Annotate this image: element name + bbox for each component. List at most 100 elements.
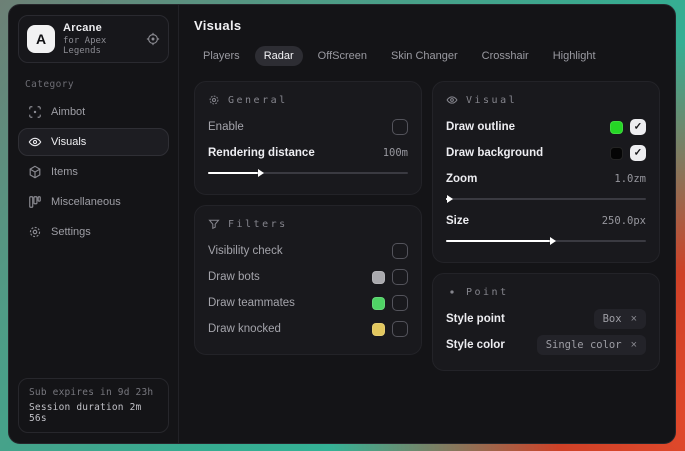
rendering-distance-value: 100m bbox=[383, 147, 408, 159]
sidebar-item-miscellaneous[interactable]: Miscellaneous bbox=[18, 188, 169, 216]
close-icon[interactable]: × bbox=[631, 313, 637, 325]
eye-icon bbox=[28, 135, 42, 149]
tab-highlight[interactable]: Highlight bbox=[544, 46, 605, 66]
zoom-value: 1.0zm bbox=[614, 173, 646, 185]
draw-background-color-swatch[interactable] bbox=[610, 147, 623, 160]
tab-skin-changer[interactable]: Skin Changer bbox=[382, 46, 467, 66]
visibility-check-row: Visibility check bbox=[208, 238, 408, 264]
slider-fill bbox=[208, 172, 258, 174]
general-panel: General Enable Rendering distance 100m bbox=[194, 81, 422, 195]
draw-outline-checkbox[interactable] bbox=[630, 119, 646, 135]
panel-title: Filters bbox=[228, 219, 288, 230]
style-point-select[interactable]: Box × bbox=[594, 309, 646, 329]
brand-text: Arcane for Apex Legends bbox=[63, 22, 138, 56]
draw-bots-label: Draw bots bbox=[208, 271, 260, 283]
slider-thumb[interactable] bbox=[258, 169, 264, 177]
target-settings-icon[interactable] bbox=[146, 32, 160, 46]
draw-knocked-label: Draw knocked bbox=[208, 323, 281, 335]
draw-bots-row: Draw bots bbox=[208, 264, 408, 290]
visibility-check-checkbox[interactable] bbox=[392, 243, 408, 259]
app-logo: A bbox=[27, 25, 55, 53]
slider-track bbox=[446, 198, 646, 200]
draw-knocked-color-swatch[interactable] bbox=[372, 323, 385, 336]
filters-panel: Filters Visibility check Draw bots bbox=[194, 205, 422, 355]
general-panel-header: General bbox=[208, 94, 408, 106]
right-column: Visual Draw outline Draw background bbox=[432, 81, 660, 371]
draw-knocked-checkbox[interactable] bbox=[392, 321, 408, 337]
left-column: General Enable Rendering distance 100m bbox=[194, 81, 422, 355]
content-grid: General Enable Rendering distance 100m bbox=[194, 81, 660, 371]
app-subtitle: for Apex Legends bbox=[63, 36, 138, 56]
tab-crosshair[interactable]: Crosshair bbox=[473, 46, 538, 66]
crosshair-icon bbox=[28, 105, 42, 119]
app-title: Arcane bbox=[63, 22, 138, 34]
visual-panel-header: Visual bbox=[446, 94, 646, 106]
style-color-label: Style color bbox=[446, 339, 505, 351]
visual-panel: Visual Draw outline Draw background bbox=[432, 81, 660, 263]
tab-bar: Players Radar OffScreen Skin Changer Cro… bbox=[194, 46, 660, 66]
sidebar-item-settings[interactable]: Settings bbox=[18, 218, 169, 246]
draw-outline-row: Draw outline bbox=[446, 114, 646, 140]
slider-fill bbox=[446, 240, 550, 242]
style-color-select[interactable]: Single color × bbox=[537, 335, 646, 355]
draw-background-label: Draw background bbox=[446, 147, 543, 159]
enable-checkbox[interactable] bbox=[392, 119, 408, 135]
sidebar-item-label: Miscellaneous bbox=[51, 196, 121, 208]
panel-title: Visual bbox=[466, 95, 517, 106]
category-label: Category bbox=[25, 79, 162, 90]
rendering-distance-slider[interactable] bbox=[208, 168, 408, 178]
draw-knocked-row: Draw knocked bbox=[208, 316, 408, 342]
draw-bots-color-swatch[interactable] bbox=[372, 271, 385, 284]
draw-teammates-row: Draw teammates bbox=[208, 290, 408, 316]
visibility-check-label: Visibility check bbox=[208, 245, 283, 257]
sidebar-item-visuals[interactable]: Visuals bbox=[18, 128, 169, 156]
filters-panel-header: Filters bbox=[208, 218, 408, 230]
size-value: 250.0px bbox=[602, 215, 646, 227]
style-color-value: Single color bbox=[546, 339, 622, 351]
subscription-expiry: Sub expires in 9d 23h bbox=[29, 387, 158, 398]
draw-teammates-checkbox[interactable] bbox=[392, 295, 408, 311]
draw-bots-checkbox[interactable] bbox=[392, 269, 408, 285]
page-title: Visuals bbox=[194, 18, 660, 33]
sidebar-item-items[interactable]: Items bbox=[18, 158, 169, 186]
app-window: A Arcane for Apex Legends Category bbox=[8, 4, 676, 444]
zoom-row: Zoom 1.0zm bbox=[446, 166, 646, 192]
sidebar-item-aimbot[interactable]: Aimbot bbox=[18, 98, 169, 126]
sidebar-item-label: Aimbot bbox=[51, 106, 85, 118]
sidebar-spacer bbox=[18, 246, 169, 378]
rendering-distance-row: Rendering distance 100m bbox=[208, 140, 408, 166]
sidebar-nav: Aimbot Visuals Items bbox=[18, 98, 169, 246]
tab-radar[interactable]: Radar bbox=[255, 46, 303, 66]
package-icon bbox=[28, 165, 42, 179]
gear-icon bbox=[28, 225, 42, 239]
rendering-distance-label: Rendering distance bbox=[208, 147, 315, 159]
sidebar-item-label: Items bbox=[51, 166, 78, 178]
size-label: Size bbox=[446, 215, 469, 227]
slider-thumb[interactable] bbox=[550, 237, 556, 245]
gear-icon bbox=[208, 94, 220, 106]
enable-label: Enable bbox=[208, 121, 244, 133]
enable-row: Enable bbox=[208, 114, 408, 140]
zoom-slider[interactable] bbox=[446, 194, 646, 204]
draw-teammates-color-swatch[interactable] bbox=[372, 297, 385, 310]
zoom-label: Zoom bbox=[446, 173, 477, 185]
size-slider[interactable] bbox=[446, 236, 646, 246]
draw-outline-color-swatch[interactable] bbox=[610, 121, 623, 134]
brand-card: A Arcane for Apex Legends bbox=[18, 15, 169, 63]
style-point-value: Box bbox=[603, 313, 622, 325]
point-icon bbox=[446, 286, 458, 298]
tab-offscreen[interactable]: OffScreen bbox=[309, 46, 376, 66]
funnel-icon bbox=[208, 218, 220, 230]
sidebar-item-label: Settings bbox=[51, 226, 91, 238]
slider-thumb[interactable] bbox=[447, 195, 453, 203]
point-panel-header: Point bbox=[446, 286, 646, 298]
size-row: Size 250.0px bbox=[446, 208, 646, 234]
tab-players[interactable]: Players bbox=[194, 46, 249, 66]
point-panel: Point Style point Box × Style color Sing… bbox=[432, 273, 660, 371]
style-color-row: Style color Single color × bbox=[446, 332, 646, 358]
columns-icon bbox=[28, 195, 42, 209]
draw-background-checkbox[interactable] bbox=[630, 145, 646, 161]
slider-fill bbox=[446, 198, 447, 200]
draw-outline-label: Draw outline bbox=[446, 121, 515, 133]
close-icon[interactable]: × bbox=[631, 339, 637, 351]
